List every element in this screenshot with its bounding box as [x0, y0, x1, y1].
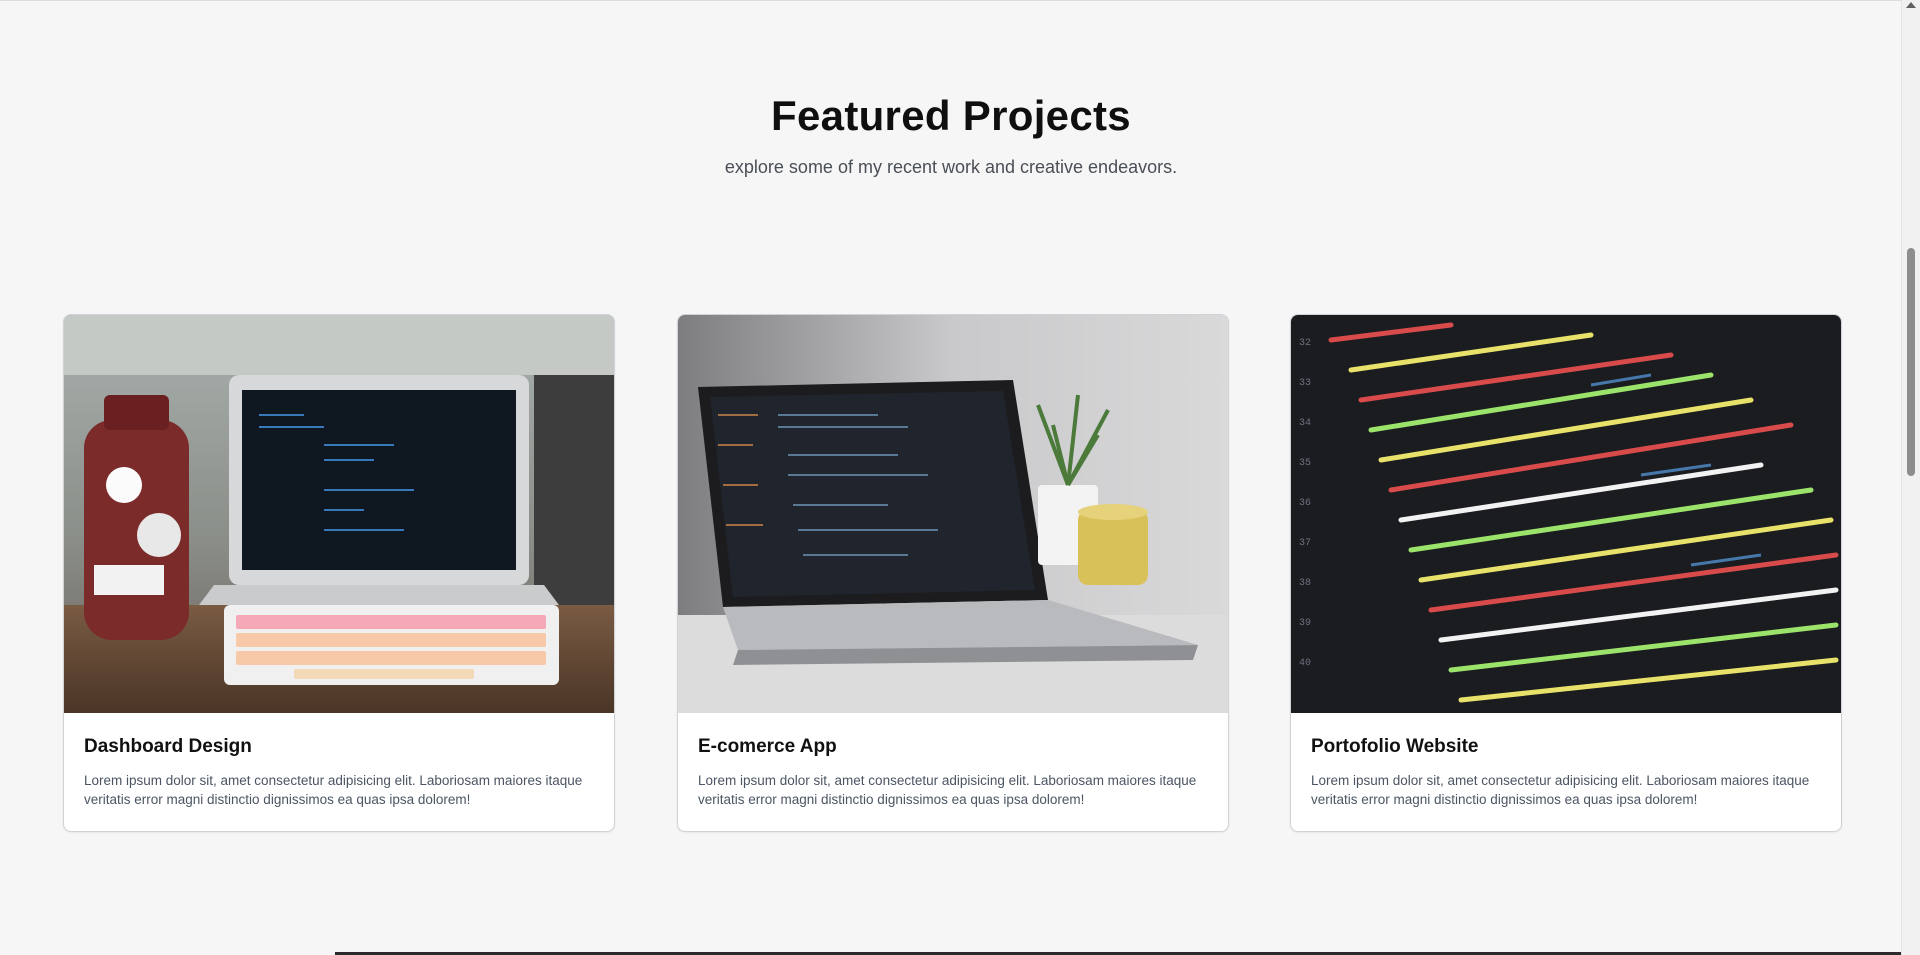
project-image-ecommerce [678, 315, 1228, 713]
svg-text:39: 39 [1299, 618, 1311, 629]
project-description: Lorem ipsum dolor sit, amet consectetur … [1311, 773, 1810, 807]
svg-text:38: 38 [1299, 578, 1311, 589]
top-divider [0, 0, 1902, 1]
project-title: Dashboard Design [84, 736, 252, 757]
project-description: Lorem ipsum dolor sit, amet consectetur … [84, 773, 583, 807]
project-card-dashboard[interactable]: Dashboard Design Lorem ipsum dolor sit, … [63, 314, 615, 832]
svg-text:37: 37 [1299, 538, 1311, 549]
section-subtitle: explore some of my recent work and creat… [724, 157, 1178, 177]
projects-section: Featured Projects explore some of my rec… [0, 0, 1902, 955]
project-title: E-comerce App [698, 736, 837, 757]
svg-text:40: 40 [1299, 658, 1311, 669]
project-image-dashboard [64, 315, 614, 713]
svg-text:33: 33 [1299, 378, 1311, 389]
project-title: Portofolio Website [1311, 736, 1479, 757]
svg-text:36: 36 [1299, 498, 1311, 509]
project-card-ecommerce[interactable]: E-comerce App Lorem ipsum dolor sit, ame… [677, 314, 1229, 832]
project-description: Lorem ipsum dolor sit, amet consectetur … [698, 773, 1197, 807]
scroll-up-arrow-icon[interactable] [1906, 2, 1916, 8]
svg-text:32: 32 [1299, 338, 1311, 349]
scrollbar-thumb[interactable] [1907, 248, 1915, 476]
vertical-scrollbar[interactable] [1901, 0, 1920, 955]
svg-text:34: 34 [1299, 418, 1311, 429]
section-title: Featured Projects [771, 92, 1131, 139]
project-image-portfolio: 32 33 34 35 36 37 38 39 40 [1291, 315, 1841, 713]
project-card-portfolio[interactable]: 32 33 34 35 36 37 38 39 40 Portofolio We… [1290, 314, 1842, 832]
svg-text:35: 35 [1299, 458, 1311, 469]
